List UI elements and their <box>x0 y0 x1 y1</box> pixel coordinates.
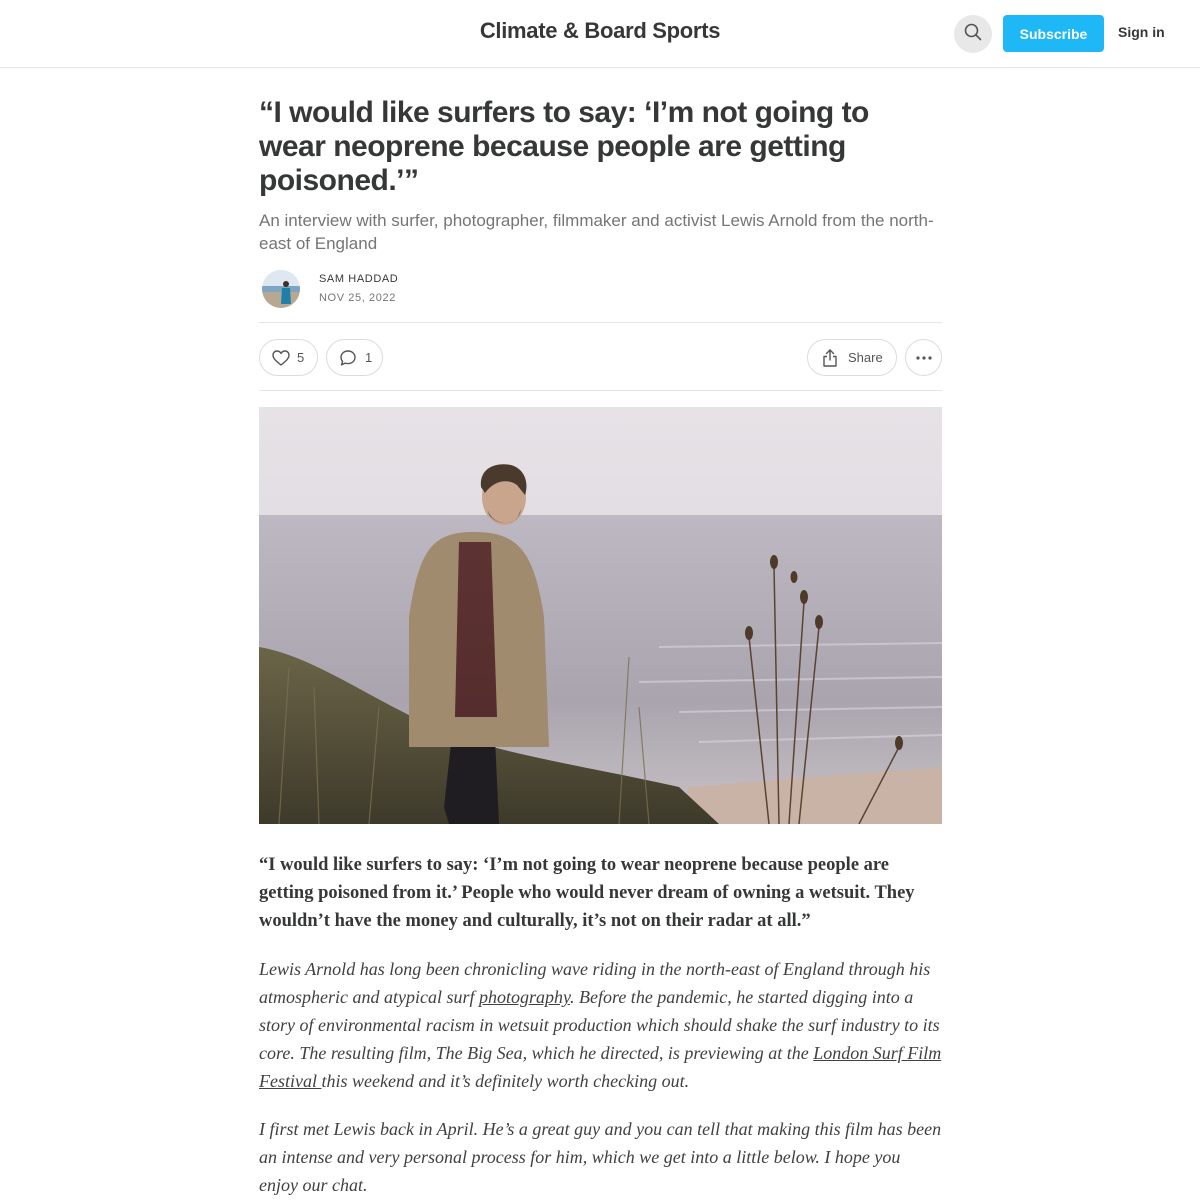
subscribe-button[interactable]: Subscribe <box>1003 15 1104 52</box>
more-options-button[interactable] <box>905 339 942 376</box>
share-button[interactable]: Share <box>807 339 897 376</box>
article: “I would like surfers to say: ‘I’m not g… <box>259 96 942 1195</box>
author-name[interactable]: SAM HADDAD <box>319 273 398 285</box>
paragraph-text: this weekend and it’s definitely worth c… <box>321 1071 690 1091</box>
more-icon <box>915 355 932 360</box>
share-label: Share <box>848 350 883 365</box>
post-title: “I would like surfers to say: ‘I’m not g… <box>259 96 869 197</box>
post-date: NOV 25, 2022 <box>319 292 396 304</box>
hero-image[interactable] <box>259 407 942 824</box>
paragraph-intro: Lewis Arnold has long been chronicling w… <box>259 955 942 1095</box>
post-subtitle: An interview with surfer, photographer, … <box>259 211 934 253</box>
search-icon <box>964 23 982 46</box>
top-nav: Climate & Board Sports Subscribe Sign in <box>0 0 1200 68</box>
like-count: 5 <box>297 350 305 365</box>
pull-quote: “I would like surfers to say: ‘I’m not g… <box>259 855 915 931</box>
share-icon <box>822 348 838 367</box>
photography-link[interactable]: photography <box>479 987 570 1007</box>
sign-in-link[interactable]: Sign in <box>1118 24 1165 40</box>
comment-icon <box>339 349 357 367</box>
byline: SAM HADDAD NOV 25, 2022 <box>259 270 942 310</box>
paragraph-second: I first met Lewis back in April. He’s a … <box>259 1119 942 1195</box>
comment-count: 1 <box>365 350 373 365</box>
search-button[interactable] <box>954 15 992 53</box>
post-actions: 5 1 Share <box>259 322 942 391</box>
avatar[interactable] <box>262 270 300 308</box>
heart-icon <box>272 349 290 366</box>
post-body: “I would like surfers to say: ‘I’m not g… <box>259 851 942 1199</box>
comment-button[interactable]: 1 <box>326 339 383 376</box>
like-button[interactable]: 5 <box>259 339 318 376</box>
